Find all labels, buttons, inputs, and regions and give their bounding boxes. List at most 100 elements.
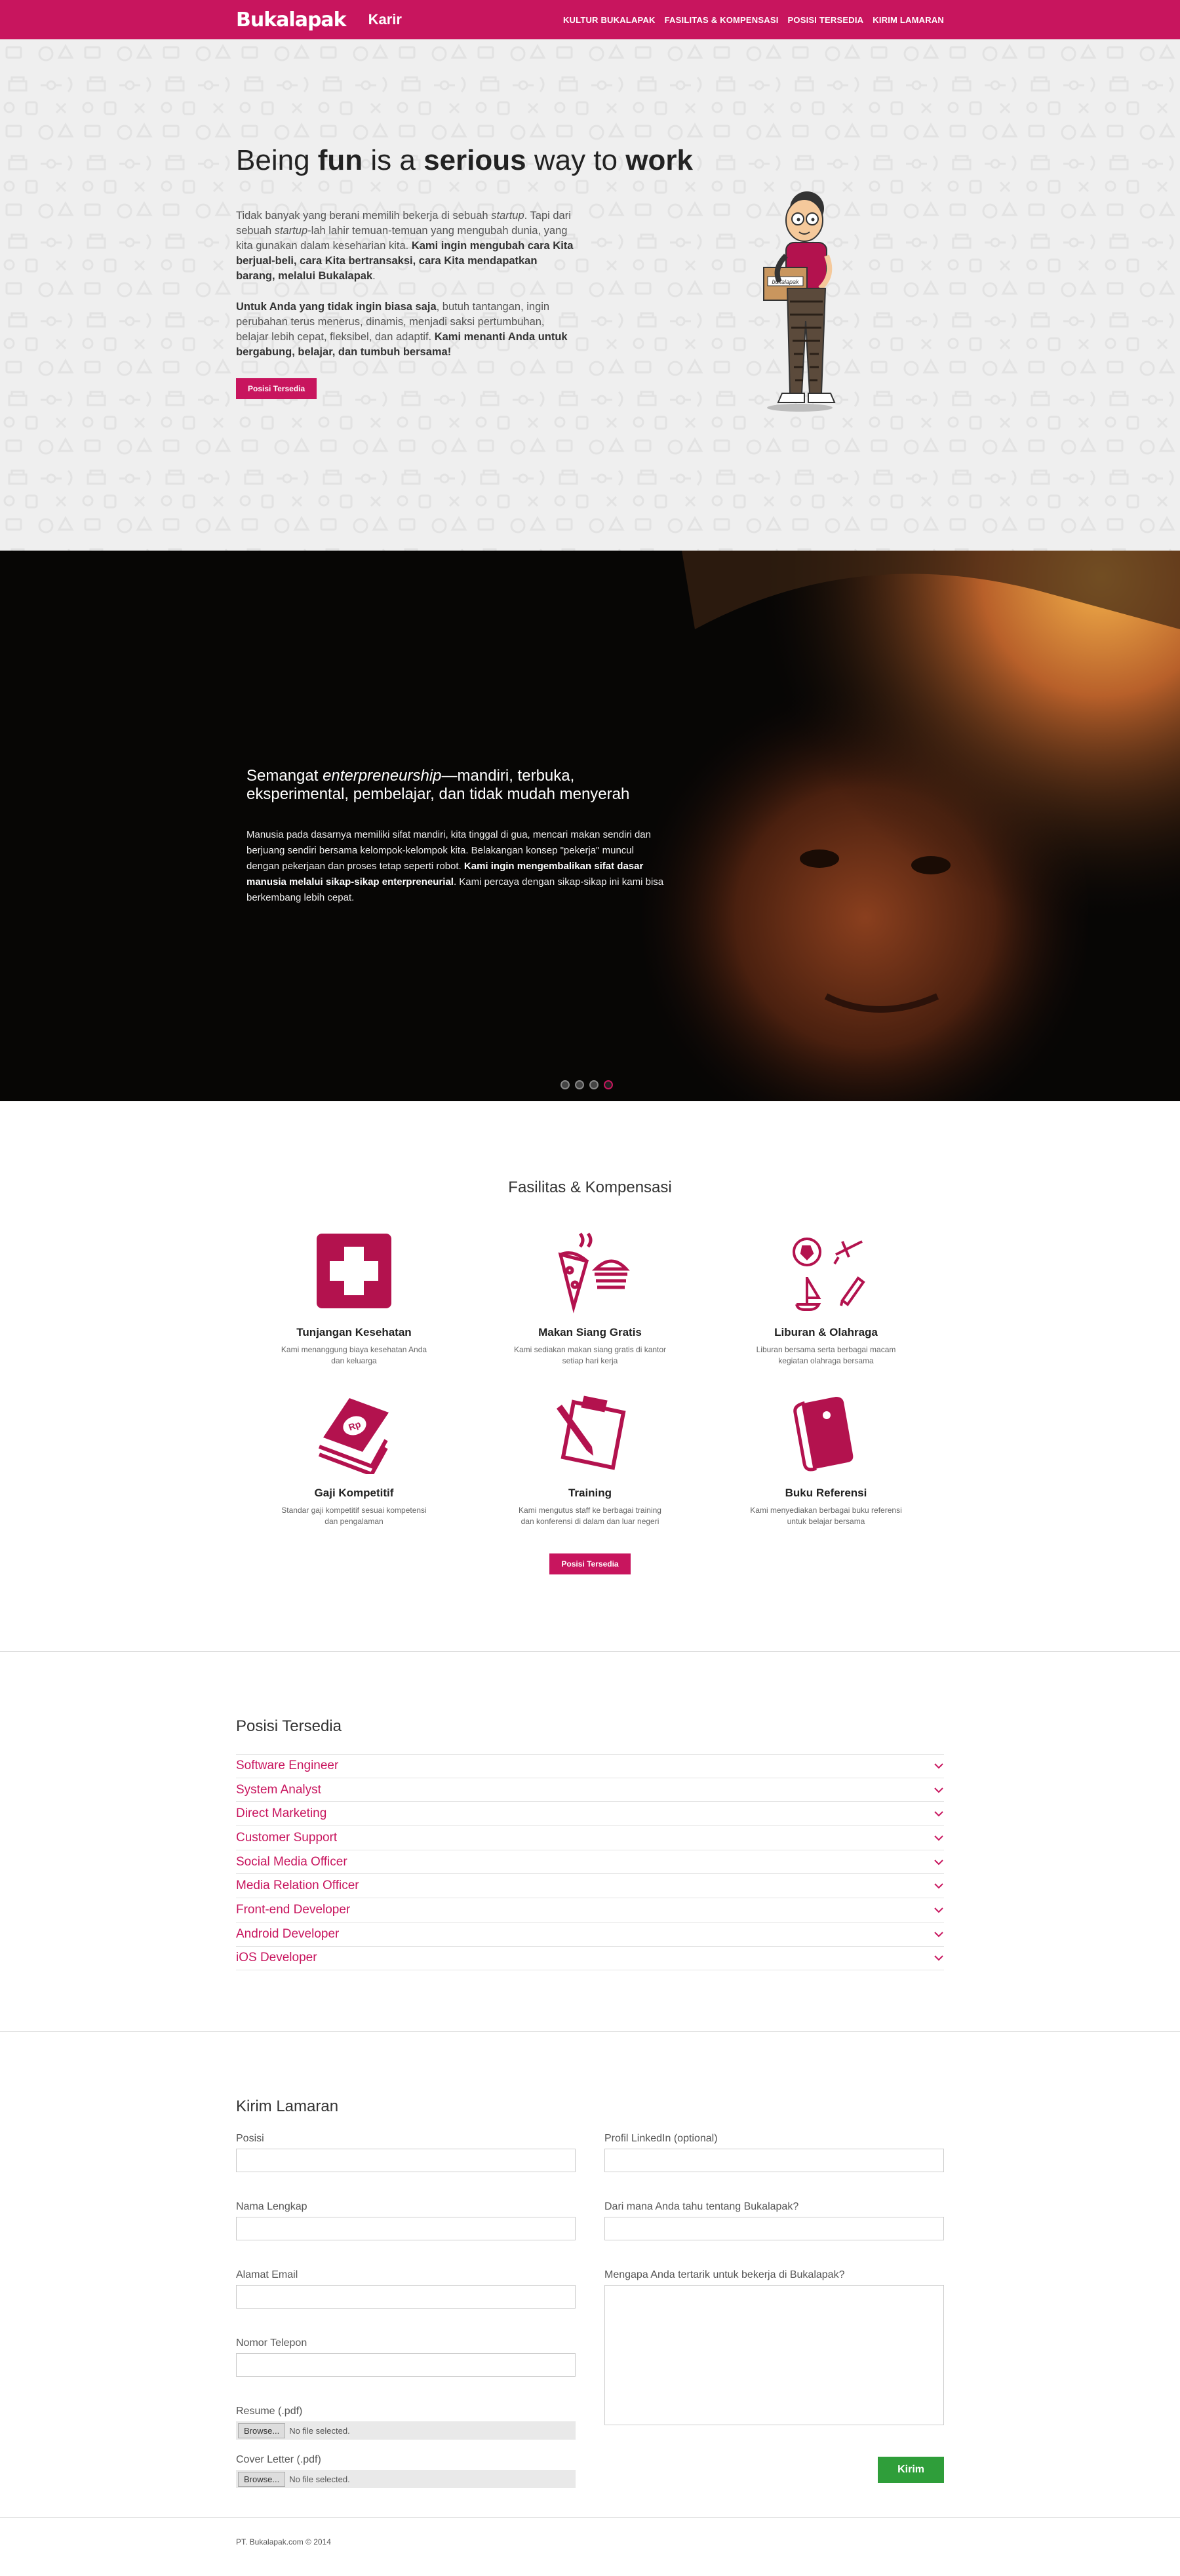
- form-right-column: Profil LinkedIn (optional) Dari mana And…: [604, 2133, 944, 2503]
- facility-item: Liburan & Olahraga Liburan bersama serta…: [708, 1228, 944, 1367]
- facility-name: Makan Siang Gratis: [538, 1326, 642, 1338]
- hero-paragraph-1: Tidak banyak yang berani memilih bekerja…: [236, 210, 574, 282]
- position-item[interactable]: iOS Developer: [236, 1947, 944, 1971]
- position-item[interactable]: Customer Support: [236, 1826, 944, 1850]
- facilities-posisi-button[interactable]: Posisi Tersedia: [549, 1553, 631, 1574]
- chevron-down-icon: [934, 1907, 943, 1913]
- position-item[interactable]: Social Media Officer: [236, 1850, 944, 1875]
- position-label: Front-end Developer: [236, 1902, 351, 1917]
- hero-section: Being fun is a serious way to work Tidak…: [0, 39, 1180, 551]
- positions-list: Software Engineer System Analyst Direct …: [236, 1754, 944, 1971]
- chevron-down-icon: [934, 1859, 943, 1865]
- reason-textarea[interactable]: [604, 2285, 944, 2425]
- slide-caption: Semangat enterpreneurship—mandiri, terbu…: [246, 767, 666, 906]
- facilities-section: Fasilitas & Kompensasi Tunjangan Kesehat…: [0, 1101, 1180, 1652]
- facility-desc: Kami mengutus staff ke berbagai training…: [519, 1506, 661, 1526]
- culture-slider: Semangat enterpreneurship—mandiri, terbu…: [0, 551, 1180, 1101]
- money-icon: Rp: [318, 1398, 389, 1477]
- slide-body: Manusia pada dasarnya memiliki sifat man…: [246, 829, 664, 903]
- reason-label: Mengapa Anda tertarik untuk bekerja di B…: [604, 2269, 845, 2280]
- linkedin-input[interactable]: [604, 2149, 944, 2172]
- chevron-down-icon: [934, 1787, 943, 1793]
- cover-no-file: No file selected.: [289, 2474, 350, 2484]
- facility-item: Training Kami mengutus staff ke berbagai…: [472, 1389, 708, 1527]
- slider-dot-3[interactable]: [589, 1080, 599, 1089]
- chevron-down-icon: [934, 1955, 943, 1961]
- position-label: Media Relation Officer: [236, 1879, 359, 1893]
- health-cross-icon: [317, 1234, 391, 1308]
- kirim-button[interactable]: Kirim: [878, 2457, 944, 2483]
- nav-link-kultur[interactable]: KULTUR BUKALAPAK: [563, 15, 656, 25]
- positions-section: Posisi Tersedia Software Engineer System…: [0, 1652, 1180, 2032]
- resume-browse-button[interactable]: Browse...: [238, 2423, 286, 2438]
- nama-input[interactable]: [236, 2217, 576, 2240]
- posisi-input[interactable]: [236, 2149, 576, 2172]
- slider-dot-2[interactable]: [575, 1080, 584, 1089]
- facility-name: Gaji Kompetitif: [314, 1487, 394, 1499]
- footer-copyright: PT. Bukalapak.com © 2014: [236, 2537, 331, 2547]
- facility-name: Tunjangan Kesehatan: [296, 1326, 412, 1338]
- nav-link-fasilitas[interactable]: FASILITAS & KOMPENSASI: [665, 15, 779, 25]
- facility-desc: Kami menyediakan berbagai buku referensi…: [750, 1506, 902, 1526]
- facility-item: Tunjangan Kesehatan Kami menanggung biay…: [236, 1228, 472, 1367]
- posisi-label: Posisi: [236, 2133, 264, 2144]
- position-item[interactable]: Media Relation Officer: [236, 1874, 944, 1899]
- nav-link-kirim[interactable]: KIRIM LAMARAN: [873, 15, 944, 25]
- mascot-illustration: bukalapak: [763, 191, 836, 412]
- email-input[interactable]: [236, 2285, 576, 2309]
- facility-name: Training: [568, 1487, 612, 1499]
- facility-desc: Standar gaji kompetitif sesuai kompetens…: [281, 1506, 427, 1526]
- email-label: Alamat Email: [236, 2269, 298, 2280]
- cover-file-input[interactable]: Browse... No file selected.: [236, 2470, 576, 2488]
- position-item[interactable]: System Analyst: [236, 1778, 944, 1803]
- chevron-down-icon: [934, 1883, 943, 1889]
- hero-paragraph-2: Untuk Anda yang tidak ingin biasa saja, …: [236, 301, 568, 358]
- holiday-sport-icon: [793, 1238, 865, 1311]
- nav-link-posisi[interactable]: POSISI TERSEDIA: [788, 15, 864, 25]
- resume-label: Resume (.pdf): [236, 2406, 303, 2417]
- clipboard-icon: [557, 1395, 626, 1470]
- telepon-label: Nomor Telepon: [236, 2337, 307, 2349]
- application-form-section: Kirim Lamaran Posisi Nama Lengkap Alamat…: [0, 2032, 1180, 2517]
- linkedin-label: Profil LinkedIn (optional): [604, 2133, 718, 2144]
- position-item[interactable]: Android Developer: [236, 1922, 944, 1947]
- hero-title: Being fun is a serious way to work: [236, 144, 693, 176]
- cover-label: Cover Letter (.pdf): [236, 2454, 321, 2465]
- nama-label: Nama Lengkap: [236, 2201, 307, 2212]
- chevron-down-icon: [934, 1763, 943, 1769]
- cover-browse-button[interactable]: Browse...: [238, 2471, 286, 2487]
- top-navbar: Bukalapak Karir KULTUR BUKALAPAK FASILIT…: [0, 0, 1180, 39]
- slide-title: Semangat enterpreneurship—mandiri, terbu…: [246, 767, 630, 803]
- facility-item: Makan Siang Gratis Kami sediakan makan s…: [472, 1228, 708, 1367]
- slider-dot-4[interactable]: [604, 1080, 613, 1089]
- telepon-input[interactable]: [236, 2353, 576, 2377]
- form-left-column: Posisi Nama Lengkap Alamat Email Nomor T…: [236, 2133, 576, 2503]
- position-label: Direct Marketing: [236, 1806, 327, 1821]
- position-item[interactable]: Direct Marketing: [236, 1802, 944, 1827]
- chevron-down-icon: [934, 1811, 943, 1817]
- facility-item: Buku Referensi Kami menyediakan berbagai…: [708, 1389, 944, 1527]
- position-label: Social Media Officer: [236, 1854, 347, 1869]
- chevron-down-icon: [934, 1835, 943, 1841]
- facilities-grid: Tunjangan Kesehatan Kami menanggung biay…: [236, 1228, 944, 1527]
- karir-label: Karir: [368, 11, 402, 28]
- chevron-down-icon: [934, 1931, 943, 1938]
- position-label: Customer Support: [236, 1830, 338, 1844]
- position-label: Android Developer: [236, 1926, 340, 1941]
- hero-posisi-button[interactable]: Posisi Tersedia: [236, 378, 317, 399]
- facility-name: Buku Referensi: [785, 1487, 867, 1499]
- footer: PT. Bukalapak.com © 2014: [0, 2517, 1180, 2556]
- position-label: Software Engineer: [236, 1759, 339, 1773]
- facility-desc: Kami sediakan makan siang gratis di kant…: [513, 1345, 667, 1365]
- source-input[interactable]: [604, 2217, 944, 2240]
- position-item[interactable]: Front-end Developer: [236, 1898, 944, 1922]
- form-title: Kirim Lamaran: [236, 2098, 339, 2115]
- facility-desc: Liburan bersama serta berbagai macam keg…: [756, 1345, 896, 1365]
- position-label: iOS Developer: [236, 1951, 317, 1965]
- bukalapak-logo[interactable]: Bukalapak: [236, 9, 347, 31]
- source-label: Dari mana Anda tahu tentang Bukalapak?: [604, 2201, 799, 2212]
- positions-title: Posisi Tersedia: [236, 1717, 342, 1735]
- resume-file-input[interactable]: Browse... No file selected.: [236, 2421, 576, 2440]
- position-item[interactable]: Software Engineer: [236, 1754, 944, 1778]
- slider-dot-1[interactable]: [560, 1080, 570, 1089]
